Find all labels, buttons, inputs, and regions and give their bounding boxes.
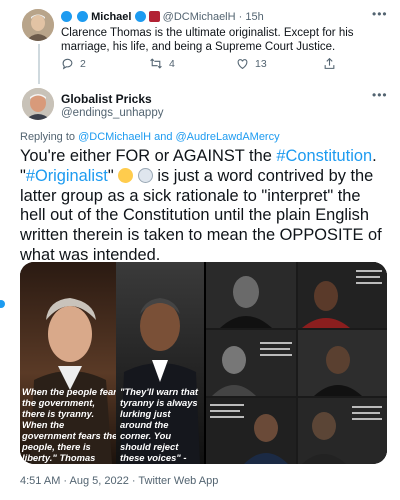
parent-age[interactable]: 15h — [245, 11, 263, 23]
reply-icon — [62, 58, 73, 70]
replying-to-line: Replying to @DCMichaelH and @AudreLawdAM… — [20, 131, 280, 143]
main-handle[interactable]: @endings_unhappy — [61, 107, 163, 119]
retweet-button[interactable]: 4 — [149, 57, 175, 70]
hashtag-link[interactable]: #Originalist — [26, 167, 108, 185]
share-icon — [324, 57, 335, 69]
replying-to-label: Replying to — [20, 131, 76, 143]
like-button[interactable]: 13 — [236, 57, 267, 70]
tweet-timestamp[interactable]: 4:51 AM · Aug 5, 2022 · Twitter Web App — [20, 475, 218, 487]
parent-tweet-header: Michael @DCMichaelH · 15h — [61, 11, 264, 23]
reply-count: 2 — [80, 57, 86, 70]
crescent-icon — [134, 11, 146, 22]
heart-icon — [237, 59, 248, 70]
retweet-count: 4 — [169, 57, 175, 70]
parent-avatar[interactable] — [22, 9, 54, 41]
more-options-icon[interactable]: ••• — [372, 7, 388, 21]
parent-handle[interactable]: @DCMichaelH — [163, 11, 236, 23]
flag-icon — [148, 11, 160, 22]
tweet-text-part: " — [107, 166, 119, 185]
tweet-media[interactable]: When the people fear the government, the… — [20, 262, 387, 464]
jefferson-quote: When the people fear the government, the… — [22, 386, 118, 464]
tweet-text-part: You're either FOR or AGAINST the — [20, 147, 277, 165]
reply-mention-link[interactable]: @DCMichaelH — [78, 131, 151, 143]
retweet-icon — [150, 58, 162, 69]
collage-image[interactable] — [206, 262, 387, 464]
main-avatar[interactable] — [22, 88, 54, 120]
crescent-icon — [61, 11, 72, 22]
separator-dot: · — [238, 11, 243, 23]
crescent-icon — [77, 11, 89, 22]
scroll-indicator-dot — [0, 300, 5, 308]
obama-quote: "They'll warn that tyranny is always lur… — [120, 386, 199, 464]
main-tweet-text: You're either FOR or AGAINST the #Consti… — [20, 147, 388, 266]
parent-display-name[interactable]: Michael — [91, 11, 131, 23]
reply-button[interactable]: 2 — [61, 57, 86, 70]
like-count: 13 — [255, 57, 267, 70]
reply-mention-link[interactable]: @AudreLawdAMercy — [176, 131, 280, 143]
hashtag-link[interactable]: #Constitution — [276, 147, 372, 165]
thread-connector-line — [38, 44, 40, 84]
dizzy-emoji-icon — [137, 167, 153, 183]
share-button[interactable] — [323, 57, 336, 70]
main-display-name[interactable]: Globalist Pricks — [61, 92, 152, 106]
reply-mention-conjunction: and — [154, 131, 173, 143]
parent-tweet-text: Clarence Thomas is the ultimate original… — [61, 27, 354, 53]
grimace-emoji-icon — [118, 167, 134, 183]
more-options-icon[interactable]: ••• — [372, 88, 388, 102]
parent-tweet-actions: 2 4 13 — [61, 57, 361, 71]
